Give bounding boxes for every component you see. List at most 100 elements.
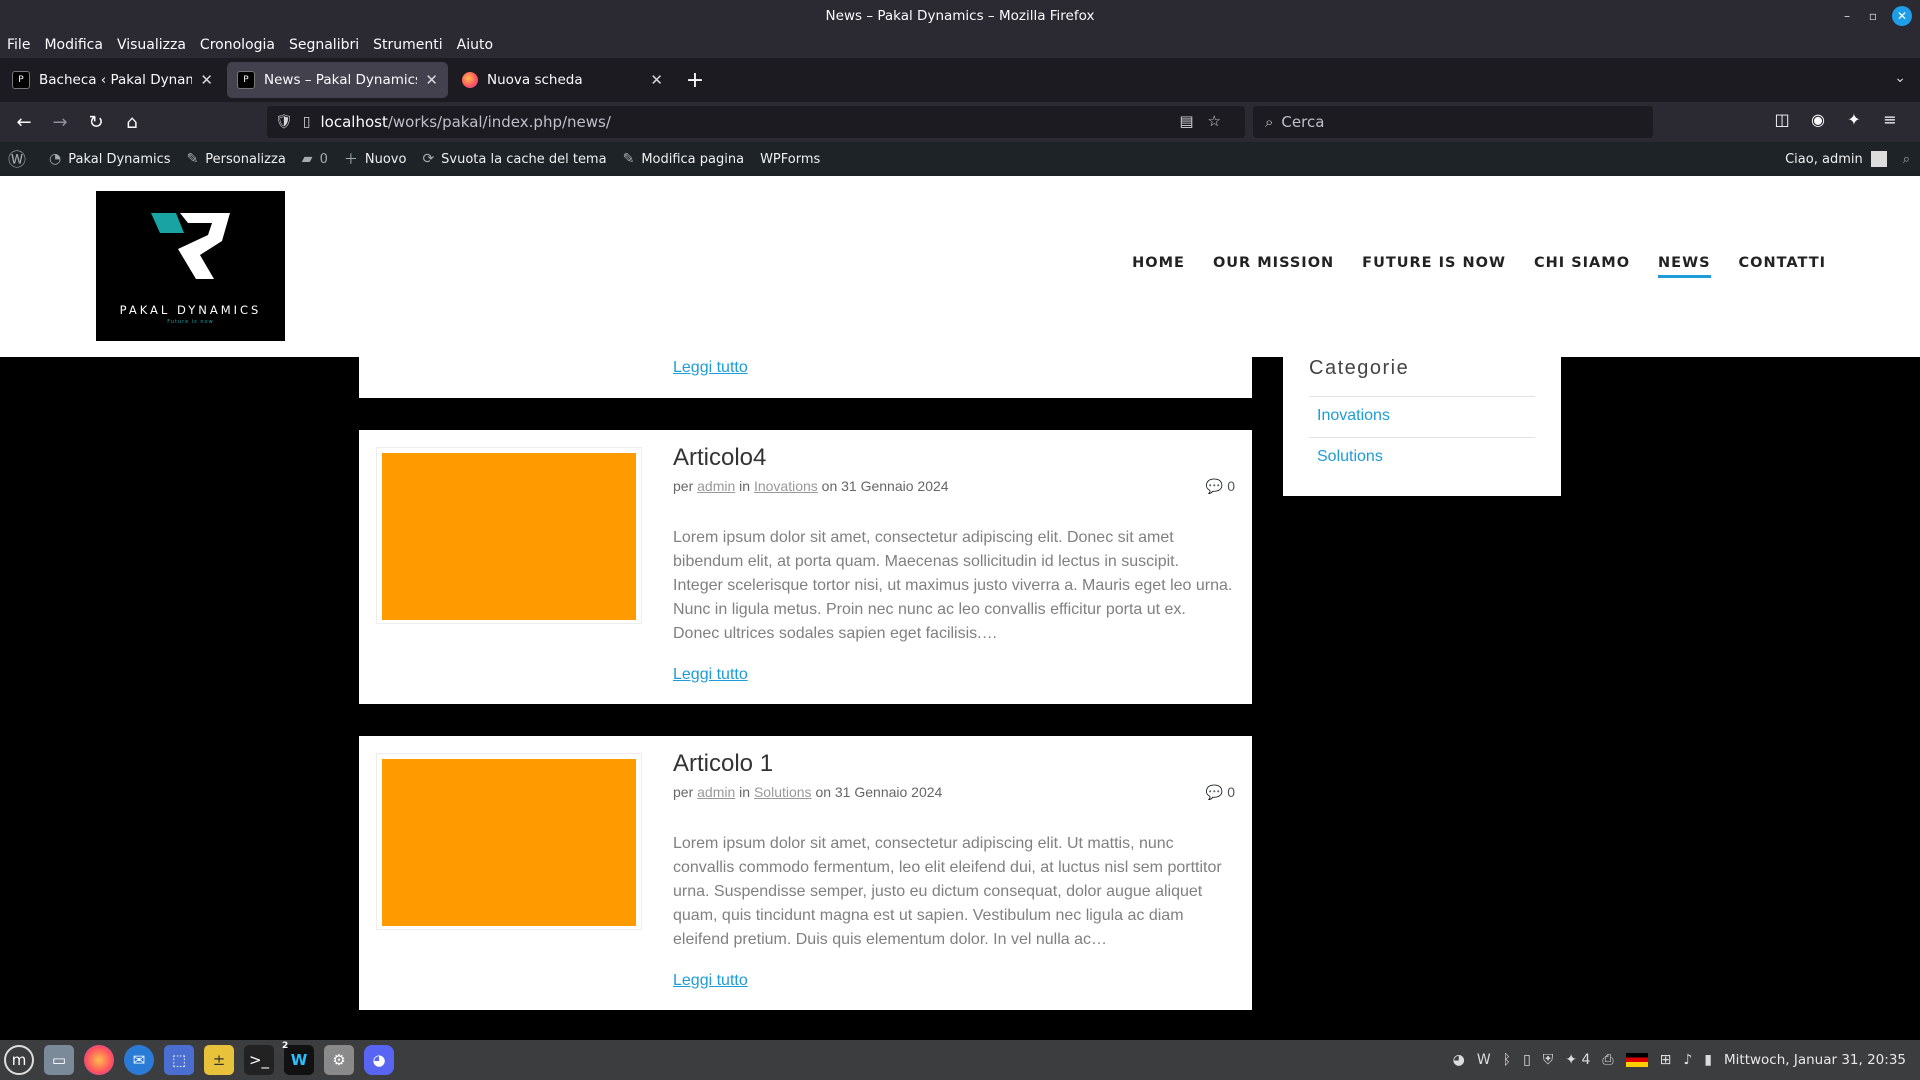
bookmark-star-icon[interactable]: ☆ — [1208, 112, 1235, 130]
tab-news[interactable]: P News – Pakal Dynamics ✕ — [227, 62, 448, 98]
menu-visualizza[interactable]: Visualizza — [117, 37, 186, 53]
nav-contatti[interactable]: CONTATTI — [1739, 255, 1826, 278]
battery-icon[interactable]: ▮ — [1704, 1052, 1712, 1068]
brush-icon: ✎ — [186, 151, 199, 167]
shield-icon[interactable]: 🛡 — [275, 114, 293, 130]
menu-modifica[interactable]: Modifica — [44, 37, 103, 53]
post-meta: per admin in Solutions on 31 Gennaio 202… — [673, 784, 943, 800]
post-author-link[interactable]: admin — [697, 784, 735, 800]
post-date: on 31 Gennaio 2024 — [815, 784, 943, 800]
read-more-link[interactable]: Leggi tutto — [673, 666, 748, 683]
clock[interactable]: Mittwoch, Januar 31, 20:35 — [1724, 1052, 1906, 1068]
tab-nuova-scheda[interactable]: Nuova scheda ✕ — [452, 62, 673, 98]
post-title[interactable]: Articolo 1 — [673, 750, 773, 778]
window-title: News – Pakal Dynamics – Mozilla Firefox — [825, 7, 1095, 24]
home-button[interactable]: ⌂ — [114, 106, 150, 138]
category-link-solutions[interactable]: Solutions — [1317, 448, 1383, 466]
tab-close-icon[interactable]: ✕ — [200, 71, 213, 89]
post-comments-link[interactable]: 💬 0 — [1206, 478, 1235, 495]
post-title[interactable]: Articolo4 — [673, 444, 766, 472]
calculator-icon[interactable]: ± — [204, 1045, 234, 1075]
volume-icon[interactable]: ♪ — [1683, 1052, 1692, 1068]
comment-icon: ▰ — [301, 151, 313, 167]
firefox-taskbar-icon[interactable] — [84, 1045, 114, 1075]
site-logo[interactable]: PAKAL DYNAMICS Future is now — [96, 191, 285, 341]
new-tab-button[interactable]: + — [677, 68, 713, 93]
admin-wpforms-link[interactable]: WPForms — [760, 152, 820, 167]
settings-gear-icon[interactable]: ⚙ — [324, 1045, 354, 1075]
post-image — [382, 759, 636, 926]
divider — [1309, 396, 1535, 397]
printer-icon[interactable]: ⎙ — [1602, 1052, 1613, 1068]
nav-home[interactable]: HOME — [1132, 255, 1185, 278]
admin-new-link[interactable]: ＋ Nuovo — [344, 149, 407, 169]
post-card: Articolo4 per admin in Inovations on 31 … — [359, 430, 1252, 704]
notifications-icon[interactable]: ✦ 4 — [1565, 1052, 1590, 1068]
admin-customize-link[interactable]: ✎ Personalizza — [187, 151, 286, 167]
bluetooth-icon[interactable]: ᛒ — [1503, 1052, 1511, 1068]
post-author-link[interactable]: admin — [697, 478, 735, 494]
tab-close-icon[interactable]: ✕ — [425, 71, 438, 89]
webstorm-icon[interactable]: W2 — [282, 1041, 314, 1075]
nav-chi-siamo[interactable]: CHI SIAMO — [1534, 255, 1630, 278]
menu-segnalibri[interactable]: Segnalibri — [289, 37, 359, 53]
back-button[interactable]: ← — [6, 106, 42, 138]
close-window-button[interactable]: ✕ — [1892, 5, 1912, 26]
menu-aiuto[interactable]: Aiuto — [457, 37, 493, 53]
menu-cronologia[interactable]: Cronologia — [200, 37, 275, 53]
list-all-tabs-icon[interactable]: ⌄ — [1894, 70, 1906, 86]
admin-edit-page-link[interactable]: ✎ Modifica pagina — [623, 151, 745, 167]
post-comments-link[interactable]: 💬 0 — [1206, 784, 1235, 801]
mint-menu-icon[interactable]: m — [4, 1045, 34, 1075]
network-icon[interactable]: ⊞ — [1660, 1052, 1672, 1068]
read-more-link[interactable]: Leggi tutto — [673, 359, 748, 377]
admin-account-greeting[interactable]: Ciao, admin — [1785, 152, 1863, 167]
menu-file[interactable]: File — [7, 37, 30, 53]
avatar[interactable] — [1870, 151, 1887, 167]
nav-our-mission[interactable]: OUR MISSION — [1213, 255, 1334, 278]
admin-comments-link[interactable]: ▰ 0 — [302, 151, 328, 167]
webstorm-tray-icon[interactable]: W — [1477, 1052, 1491, 1068]
tab-close-icon[interactable]: ✕ — [650, 71, 663, 89]
minimize-button[interactable]: – — [1834, 0, 1860, 31]
forward-button[interactable]: → — [42, 106, 78, 138]
category-link-inovations[interactable]: Inovations — [1317, 407, 1390, 425]
admin-site-link[interactable]: ◔ Pakal Dynamics — [49, 151, 171, 167]
post-category-link[interactable]: Inovations — [754, 478, 818, 494]
account-icon[interactable]: ◉ — [1800, 110, 1836, 129]
nav-news[interactable]: NEWS — [1658, 255, 1711, 278]
window-titlebar: News – Pakal Dynamics – Mozilla Firefox … — [0, 0, 1920, 31]
page-info-icon[interactable]: ▯ — [303, 114, 311, 130]
firefox-icon — [462, 72, 478, 88]
admin-search-icon[interactable]: ⌕ — [1903, 152, 1910, 167]
pocket-icon[interactable]: ◫ — [1764, 110, 1800, 129]
admin-clear-cache-link[interactable]: ⟳ Svuota la cache del tema — [422, 151, 606, 167]
reader-view-icon[interactable]: ▤ — [1179, 112, 1207, 130]
keyboard-layout-flag-icon[interactable] — [1625, 1053, 1648, 1067]
divider — [1309, 437, 1535, 438]
maximize-button[interactable]: ▫ — [1860, 0, 1886, 31]
discord-icon[interactable]: ◕ — [364, 1045, 394, 1075]
clipboard-icon[interactable]: ▯ — [1523, 1052, 1531, 1068]
shield-tray-icon[interactable]: ⛨ — [1543, 1052, 1554, 1068]
files-icon[interactable]: ▭ — [44, 1045, 74, 1075]
discord-tray-icon[interactable]: ◕ — [1453, 1052, 1465, 1068]
nav-future-is-now[interactable]: FUTURE IS NOW — [1362, 255, 1506, 278]
wordpress-logo-icon[interactable]: Ⓦ — [8, 146, 33, 172]
post-thumbnail[interactable] — [376, 753, 642, 930]
post-thumbnail[interactable] — [376, 447, 642, 624]
thunderbird-icon[interactable]: ✉ — [124, 1045, 154, 1075]
terminal-icon[interactable]: >_ — [244, 1045, 274, 1075]
extensions-icon[interactable]: ✦ — [1836, 110, 1872, 129]
post-excerpt: Lorem ipsum dolor sit amet, consectetur … — [673, 529, 1233, 642]
menu-strumenti[interactable]: Strumenti — [373, 37, 443, 53]
hamburger-menu-icon[interactable]: ≡ — [1872, 110, 1908, 129]
url-bar[interactable]: 🛡 ▯ localhost/works/pakal/index.php/news… — [267, 106, 1245, 138]
reload-button[interactable]: ↻ — [78, 106, 114, 138]
read-more-link[interactable]: Leggi tutto — [673, 972, 748, 989]
screenshot-icon[interactable]: ⬚ — [164, 1045, 194, 1075]
search-input[interactable]: ⌕ Cerca — [1253, 106, 1653, 138]
tab-bacheca[interactable]: P Bacheca ‹ Pakal Dynamics — ✕ — [2, 62, 223, 98]
logo-tagline: Future is now — [167, 319, 214, 325]
post-category-link[interactable]: Solutions — [754, 784, 812, 800]
